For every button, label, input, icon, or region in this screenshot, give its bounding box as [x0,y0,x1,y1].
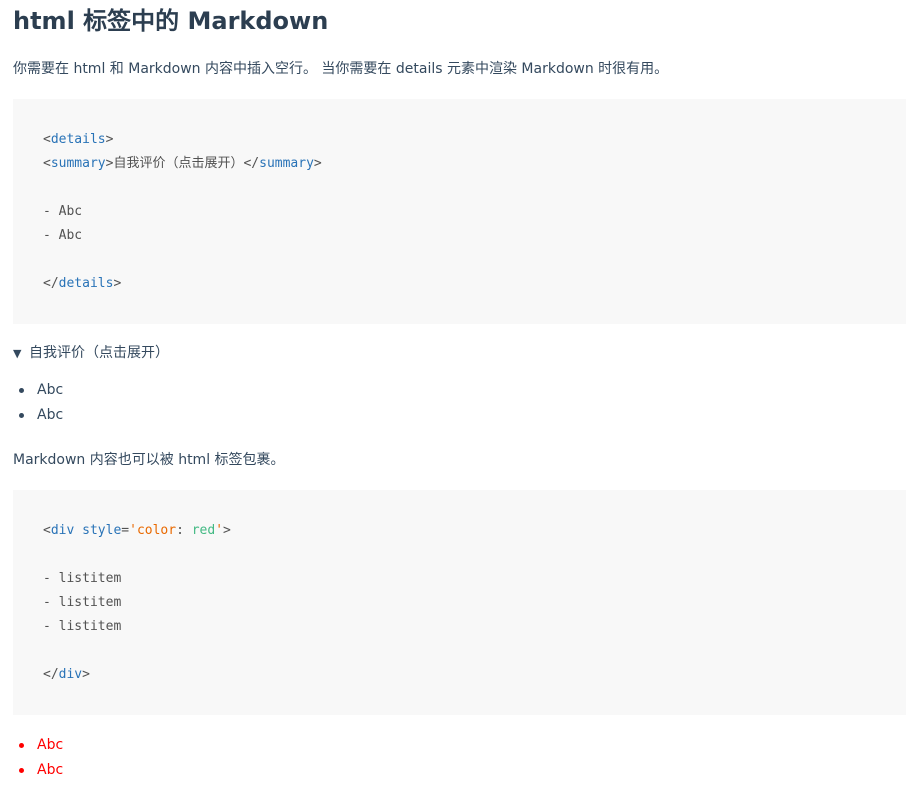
code-block-details: <details> <summary>自我评价（点击展开）</summary> … [13,99,906,324]
code-punct: </ [43,276,59,291]
bullet-icon [19,743,24,748]
code-punct: > [82,667,90,682]
code-punct: > [313,156,322,171]
code-line: - Abc [43,204,83,219]
code-line: </details> [43,272,121,296]
code-text: 自我评价（点击展开） [113,156,244,171]
page-title: html 标签中的 Markdown [13,7,329,35]
code-quote: ' [215,523,224,538]
code-line: </div> [43,663,90,687]
code-punct: < [43,156,51,171]
code-punct: </ [43,667,59,682]
code-line: - listitem [43,571,122,586]
list-item-label: Abc [37,737,64,753]
bullet-icon [19,768,24,773]
code-punct: : [176,523,192,538]
code-tag: div [58,667,83,682]
list-item-label: Abc [37,407,64,423]
code-line: <div style='color: red'> [43,519,231,543]
code-punct: = [121,523,130,538]
expand-arrow-icon[interactable]: ▼ [13,344,29,364]
code-line: - listitem [43,619,122,634]
list-item-label: Abc [37,762,64,778]
code-punct: > [113,276,122,291]
code-key: color [136,523,177,538]
code-block-div: <div style='color: red'> - listitem - li… [13,490,906,715]
list-item: Abc [13,378,63,403]
code-tag: details [58,276,114,291]
code-line: - listitem [43,595,122,610]
code-punct: </ [243,156,260,171]
code-string: red [191,523,216,538]
list-item: Abc [13,403,63,428]
code-line: <details> [43,128,113,152]
code-line: - Abc [43,228,83,243]
bullet-icon [19,388,24,393]
code-attr: style [82,523,122,538]
code-line: <summary>自我评价（点击展开）</summary> [43,152,322,176]
details-list: Abc Abc [13,378,63,428]
code-punct: > [105,132,114,147]
code-tag: summary [50,156,106,171]
details-summary[interactable]: ▼ 自我评价（点击展开） [13,343,169,364]
code-punct: < [43,523,51,538]
list-item: Abc [13,758,63,783]
list-item: Abc [13,733,63,758]
code-tag: details [50,132,106,147]
code-punct: > [223,523,231,538]
code-quote: ' [129,523,137,538]
list-item-label: Abc [37,382,64,398]
code-tag: summary [259,156,314,171]
intro-paragraph: 你需要在 html 和 Markdown 内容中插入空行。 当你需要在 deta… [13,61,669,77]
code-tag: div [50,523,75,538]
paragraph-wrap-note: Markdown 内容也可以被 html 标签包裹。 [13,452,285,468]
red-list: Abc Abc [13,733,63,783]
bullet-icon [19,413,24,418]
code-punct: < [43,132,51,147]
details-summary-label[interactable]: 自我评价（点击展开） [29,345,169,361]
